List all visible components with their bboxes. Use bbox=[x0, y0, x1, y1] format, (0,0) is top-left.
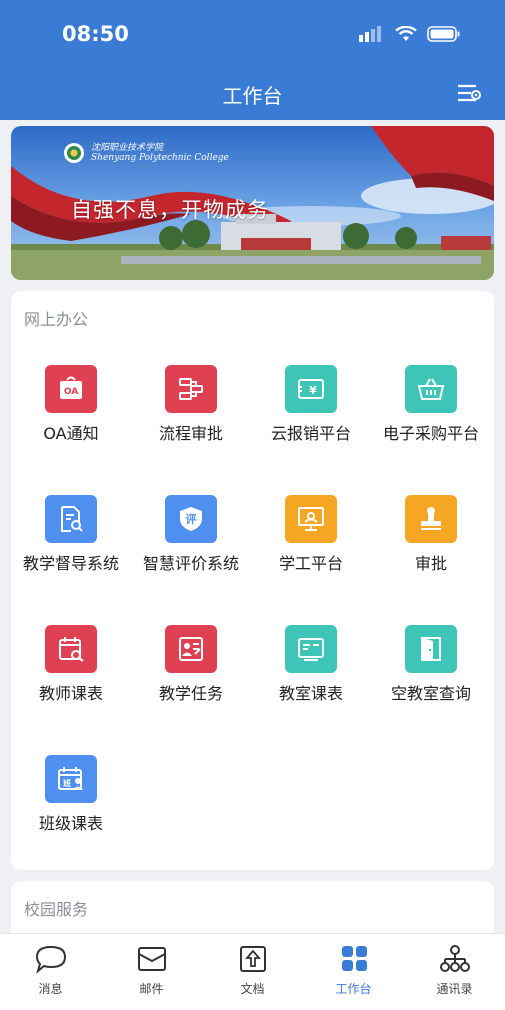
app-label: 教室课表 bbox=[278, 684, 343, 703]
tab-label: 通讯录 bbox=[436, 982, 473, 996]
app-student-affairs[interactable]: 学工平台 bbox=[251, 495, 371, 572]
class-schedule-icon: 班 bbox=[45, 755, 97, 803]
svg-text:¥: ¥ bbox=[309, 384, 317, 397]
app-label: 空教室查询 bbox=[390, 684, 471, 703]
oa-notice-icon: OA bbox=[45, 365, 97, 413]
online-office-card: 网上办公 OA OA通知 流程审批 ¥ 云报销平台 电子采购平台 教学督导系统 … bbox=[11, 291, 494, 870]
cellular-signal-icon bbox=[359, 26, 381, 42]
tab-label: 工作台 bbox=[335, 982, 372, 996]
tab-label: 消息 bbox=[38, 982, 63, 996]
app-label: 审批 bbox=[414, 554, 447, 573]
calendar-search-icon bbox=[45, 625, 97, 673]
mail-icon bbox=[101, 944, 202, 974]
app-workflow-approval[interactable]: 流程审批 bbox=[131, 365, 251, 442]
tab-contacts[interactable]: 通讯录 bbox=[404, 944, 505, 997]
tab-label: 文档 bbox=[240, 982, 265, 996]
college-logo: 沈阳职业技术学院 Shenyang Polytechnic College bbox=[63, 142, 229, 164]
presentation-screen-icon bbox=[285, 495, 337, 543]
college-name-en: Shenyang Polytechnic College bbox=[91, 153, 229, 163]
app-label: 班级课表 bbox=[38, 814, 103, 833]
campus-services-card: 校园服务 bbox=[11, 881, 494, 941]
app-label: 流程审批 bbox=[158, 424, 223, 443]
college-name: 沈阳职业技术学院 bbox=[91, 143, 164, 153]
app-label: 教师课表 bbox=[38, 684, 103, 703]
app-label: 学工平台 bbox=[278, 554, 343, 573]
section-title: 网上办公 bbox=[24, 310, 89, 329]
stamp-icon bbox=[405, 495, 457, 543]
status-time: 08:50 bbox=[62, 22, 129, 46]
evaluation-shield-icon: 评 bbox=[165, 495, 217, 543]
document-icon bbox=[202, 944, 303, 974]
door-icon bbox=[405, 625, 457, 673]
document-search-icon bbox=[45, 495, 97, 543]
header: 08:50 工作台 bbox=[0, 0, 505, 120]
page-title: 工作台 bbox=[222, 84, 283, 108]
reimbursement-icon: ¥ bbox=[285, 365, 337, 413]
app-teaching-supervision[interactable]: 教学督导系统 bbox=[11, 495, 131, 572]
app-label: 电子采购平台 bbox=[382, 424, 479, 443]
battery-icon bbox=[427, 26, 460, 42]
grid-apps-icon bbox=[303, 944, 404, 974]
app-oa-notice[interactable]: OA OA通知 bbox=[11, 365, 131, 442]
svg-text:班: 班 bbox=[63, 778, 71, 788]
tab-label: 邮件 bbox=[139, 982, 164, 996]
status-bar: 08:50 bbox=[0, 0, 505, 70]
section-title: 校园服务 bbox=[24, 900, 89, 919]
app-smart-evaluation[interactable]: 评 智慧评价系统 bbox=[131, 495, 251, 572]
college-emblem-icon bbox=[64, 143, 84, 163]
shopping-basket-icon bbox=[405, 365, 457, 413]
app-teacher-schedule[interactable]: 教师课表 bbox=[11, 625, 131, 702]
message-bubble-icon bbox=[0, 944, 101, 974]
app-approval[interactable]: 审批 bbox=[371, 495, 491, 572]
app-label: 教学督导系统 bbox=[22, 554, 119, 573]
app-class-schedule[interactable]: 班 班级课表 bbox=[11, 755, 131, 832]
classroom-board-icon bbox=[285, 625, 337, 673]
bottom-tab-bar: 消息 邮件 文档 工作台 通讯录 bbox=[0, 933, 505, 1010]
workflow-approval-icon bbox=[165, 365, 217, 413]
app-label: 教学任务 bbox=[158, 684, 223, 703]
status-icons bbox=[359, 26, 461, 42]
tab-workbench[interactable]: 工作台 bbox=[303, 944, 404, 997]
tab-messages[interactable]: 消息 bbox=[0, 944, 101, 997]
settings-sliders-icon[interactable] bbox=[455, 80, 483, 106]
app-e-procurement[interactable]: 电子采购平台 bbox=[371, 365, 491, 442]
banner-slogan: 自强不息，开物成务 bbox=[71, 198, 269, 222]
app-label: 智慧评价系统 bbox=[142, 554, 239, 573]
svg-text:评: 评 bbox=[186, 513, 197, 526]
app-teaching-tasks[interactable]: 教学任务 bbox=[131, 625, 251, 702]
tab-documents[interactable]: 文档 bbox=[202, 944, 303, 997]
app-classroom-schedule[interactable]: 教室课表 bbox=[251, 625, 371, 702]
app-label: 云报销平台 bbox=[270, 424, 351, 443]
teaching-task-icon bbox=[165, 625, 217, 673]
org-chart-icon bbox=[404, 944, 505, 974]
svg-text:OA: OA bbox=[64, 387, 78, 397]
app-reimbursement[interactable]: ¥ 云报销平台 bbox=[251, 365, 371, 442]
banner-carousel[interactable]: 沈阳职业技术学院 Shenyang Polytechnic College 自强… bbox=[11, 126, 494, 280]
tab-mail[interactable]: 邮件 bbox=[101, 944, 202, 997]
app-label: OA通知 bbox=[43, 424, 99, 443]
app-empty-classroom[interactable]: 空教室查询 bbox=[371, 625, 491, 702]
wifi-icon bbox=[395, 26, 417, 41]
